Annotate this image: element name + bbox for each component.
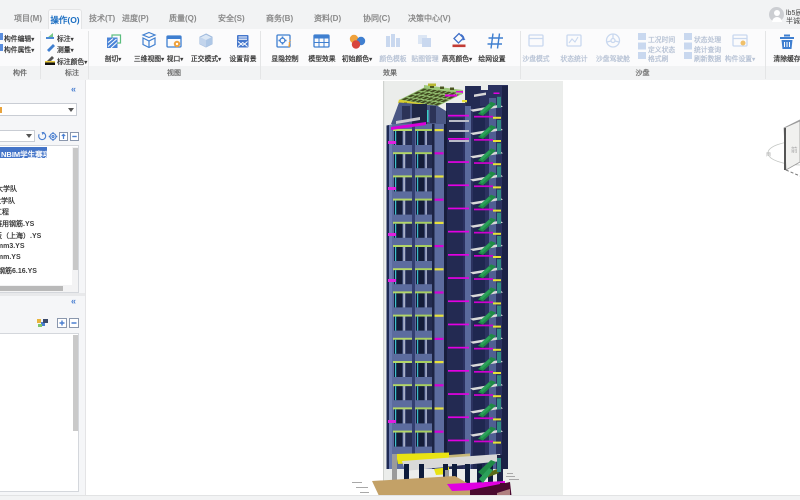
svg-text:前: 前 <box>791 145 798 154</box>
svg-text:i: i <box>288 39 291 50</box>
svg-text:西: 西 <box>766 152 771 158</box>
